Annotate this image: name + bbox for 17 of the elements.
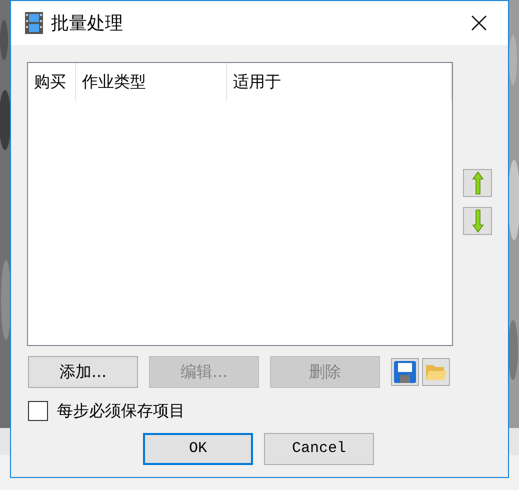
up-arrow-icon bbox=[472, 171, 484, 195]
save-button[interactable] bbox=[391, 358, 419, 386]
ok-button[interactable]: OK bbox=[143, 433, 253, 465]
down-arrow-icon bbox=[472, 209, 484, 233]
add-button[interactable]: 添加... bbox=[28, 356, 138, 388]
folder-icon bbox=[425, 363, 447, 381]
cancel-button[interactable]: Cancel bbox=[264, 433, 374, 465]
move-up-button[interactable] bbox=[463, 169, 492, 197]
column-header[interactable]: 作业类型 bbox=[76, 63, 227, 101]
column-header[interactable]: 适用于 bbox=[227, 63, 452, 101]
window-title: 批量处理 bbox=[51, 12, 124, 36]
checkbox-label: 每步必须保存项目 bbox=[57, 400, 185, 422]
checkbox[interactable] bbox=[28, 401, 48, 421]
move-down-button[interactable] bbox=[463, 207, 492, 235]
column-header[interactable]: 购买 bbox=[28, 63, 76, 101]
close-icon bbox=[471, 15, 487, 31]
film-icon bbox=[25, 12, 43, 34]
